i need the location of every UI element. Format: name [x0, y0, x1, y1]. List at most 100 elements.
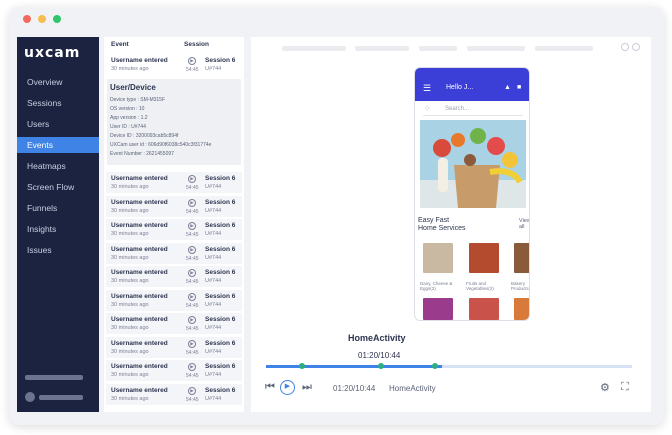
event-row[interactable]: Username entered 30 minutes ago ▶ 54:45 Sess… — [106, 289, 242, 311]
event-user: U#744 — [205, 301, 222, 308]
column-header-session: Session — [184, 41, 209, 48]
event-session[interactable]: Session 6 — [205, 246, 235, 253]
event-session[interactable]: Session 6 — [205, 340, 235, 347]
category-image[interactable] — [469, 298, 499, 320]
event-row[interactable]: Username entered 30 minutes ago ▶ 54:45 Sess… — [106, 172, 242, 193]
play-icon[interactable]: ▶ — [188, 339, 196, 348]
event-session[interactable]: Session 6 — [205, 269, 235, 276]
category-image[interactable] — [423, 298, 453, 320]
event-session[interactable]: Session 6 — [205, 199, 235, 206]
user-device-heading: User/Device — [110, 83, 156, 92]
close-dot[interactable] — [23, 15, 31, 23]
sidebar-item-funnels[interactable]: Funnels — [17, 200, 99, 216]
event-ago: 30 minutes ago — [111, 372, 149, 378]
timeline-progress-fill — [266, 365, 442, 368]
search-input[interactable]: ○ Search... — [423, 104, 523, 116]
event-user: U#744 — [205, 278, 222, 284]
close-icon[interactable] — [632, 43, 640, 51]
event-session[interactable]: Session 6 — [205, 387, 235, 394]
event-user: U#744 — [205, 231, 222, 237]
event-row[interactable]: Username entered 30 minutes ago ▶ 54:45 Sess… — [106, 360, 242, 381]
status-bar — [415, 68, 529, 78]
bell-icon[interactable]: ▲ — [504, 84, 511, 91]
event-time: 54:45 — [186, 373, 199, 379]
event-session[interactable]: Session 6 — [205, 222, 235, 229]
event-time: 54:45 — [186, 349, 199, 356]
play-icon[interactable]: ▶ — [188, 386, 196, 395]
event-time: 54:45 — [186, 396, 199, 403]
skip-forward-icon[interactable]: ⏭ — [302, 381, 312, 394]
toolbar-placeholder — [355, 46, 409, 51]
event-ago: 30 minutes ago — [111, 254, 149, 261]
category-bakery-image[interactable] — [514, 243, 529, 273]
event-session[interactable]: Session 6 — [205, 363, 235, 370]
event-ago: 30 minutes ago — [111, 395, 149, 402]
sidebar-item-screen-flow[interactable]: Screen Flow — [17, 179, 99, 195]
event-time: 54:45 — [186, 208, 199, 215]
play-icon[interactable]: ▶ — [188, 269, 196, 277]
os-version: OS version : 10 — [110, 106, 145, 112]
cart-icon[interactable]: ■ — [517, 84, 521, 91]
event-title: Username entered — [111, 292, 168, 300]
settings-icon[interactable] — [621, 43, 629, 51]
event-row-selected[interactable]: Username entered 30 minutes ago ▶ 54:45 … — [106, 54, 242, 75]
greeting-text: Hello J... — [446, 84, 474, 91]
user-device-details: User/Device Device type : SM-M315F OS ve… — [107, 79, 241, 165]
maximize-dot[interactable] — [53, 15, 61, 23]
event-marker[interactable] — [299, 363, 305, 369]
event-row[interactable]: Username entered 30 minutes ago ▶ 54:45 Sess… — [106, 336, 242, 358]
play-icon[interactable]: ▶ — [188, 363, 196, 371]
avatar[interactable] — [25, 392, 35, 402]
event-session[interactable]: Session 6 — [205, 57, 235, 64]
event-session[interactable]: Session 6 — [205, 316, 235, 323]
gear-icon[interactable]: ⚙ — [600, 381, 610, 394]
event-marker[interactable] — [378, 363, 384, 369]
event-time: 54:45 — [186, 302, 199, 309]
fullscreen-icon[interactable]: ⛶ — [621, 381, 629, 394]
category-fruits-label: Fruits and Vegetables(2) — [466, 281, 494, 291]
category-dairy-image[interactable] — [423, 243, 453, 273]
event-session[interactable]: Session 6 — [205, 175, 235, 182]
playback-time: 01:20/10:44 — [333, 384, 376, 393]
column-header-event: Event — [111, 41, 129, 48]
play-icon[interactable]: ▶ — [188, 292, 196, 301]
timeline-progress[interactable] — [266, 363, 632, 369]
skip-back-icon[interactable]: ⏮ — [265, 381, 275, 394]
event-row[interactable]: Username entered 30 minutes ago ▶ 54:45 Sess… — [106, 383, 242, 405]
event-session[interactable]: Session 6 — [205, 293, 235, 300]
play-icon[interactable]: ▶ — [188, 222, 196, 230]
event-title: Username entered — [111, 245, 168, 253]
sidebar-item-issues[interactable]: Issues — [17, 242, 99, 258]
current-screen-label: HomeActivity — [348, 333, 406, 343]
category-dairy-label: Dairy, Cheese & Eggs(2) — [420, 281, 453, 291]
sidebar-item-sessions[interactable]: Sessions — [17, 95, 99, 111]
play-icon[interactable]: ▶ — [188, 316, 196, 324]
event-user: U#744 — [205, 348, 222, 355]
event-row[interactable]: Username entered 30 minutes ago ▶ 54:45 Sess… — [106, 313, 242, 334]
uxcam-logo: uxcam — [24, 45, 81, 61]
sidebar-item-events[interactable]: Events — [17, 137, 99, 153]
sidebar-item-insights[interactable]: Insights — [17, 221, 99, 237]
play-icon[interactable]: ▶ — [188, 57, 196, 65]
sidebar-item-users[interactable]: Users — [17, 116, 99, 132]
event-row[interactable]: Username entered 30 minutes ago ▶ 54:45 Sess… — [106, 266, 242, 287]
event-user: U#744 — [205, 207, 222, 214]
category-fruits-image[interactable] — [469, 243, 499, 273]
sidebar-item-overview[interactable]: Overview — [17, 74, 99, 90]
event-marker[interactable] — [432, 363, 438, 369]
search-icon: ○ — [425, 105, 430, 112]
minimize-dot[interactable] — [38, 15, 46, 23]
category-image[interactable] — [514, 298, 529, 320]
play-icon[interactable]: ▶ — [188, 175, 196, 183]
user-id: User ID : U#744 — [110, 124, 146, 130]
view-all-link[interactable]: View all — [519, 218, 529, 230]
play-icon[interactable]: ▶ — [188, 198, 196, 207]
menu-icon[interactable]: ☰ — [423, 83, 431, 94]
event-row[interactable]: Username entered 30 minutes ago ▶ 54:45 Sess… — [106, 195, 242, 217]
play-button[interactable]: ▶ — [280, 380, 295, 395]
play-icon[interactable]: ▶ — [188, 245, 196, 254]
event-row[interactable]: Username entered 30 minutes ago ▶ 54:45 Sess… — [106, 242, 242, 264]
event-ago: 30 minutes ago — [111, 184, 149, 190]
sidebar-item-heatmaps[interactable]: Heatmaps — [17, 158, 99, 174]
event-row[interactable]: Username entered 30 minutes ago ▶ 54:45 Sess… — [106, 219, 242, 240]
